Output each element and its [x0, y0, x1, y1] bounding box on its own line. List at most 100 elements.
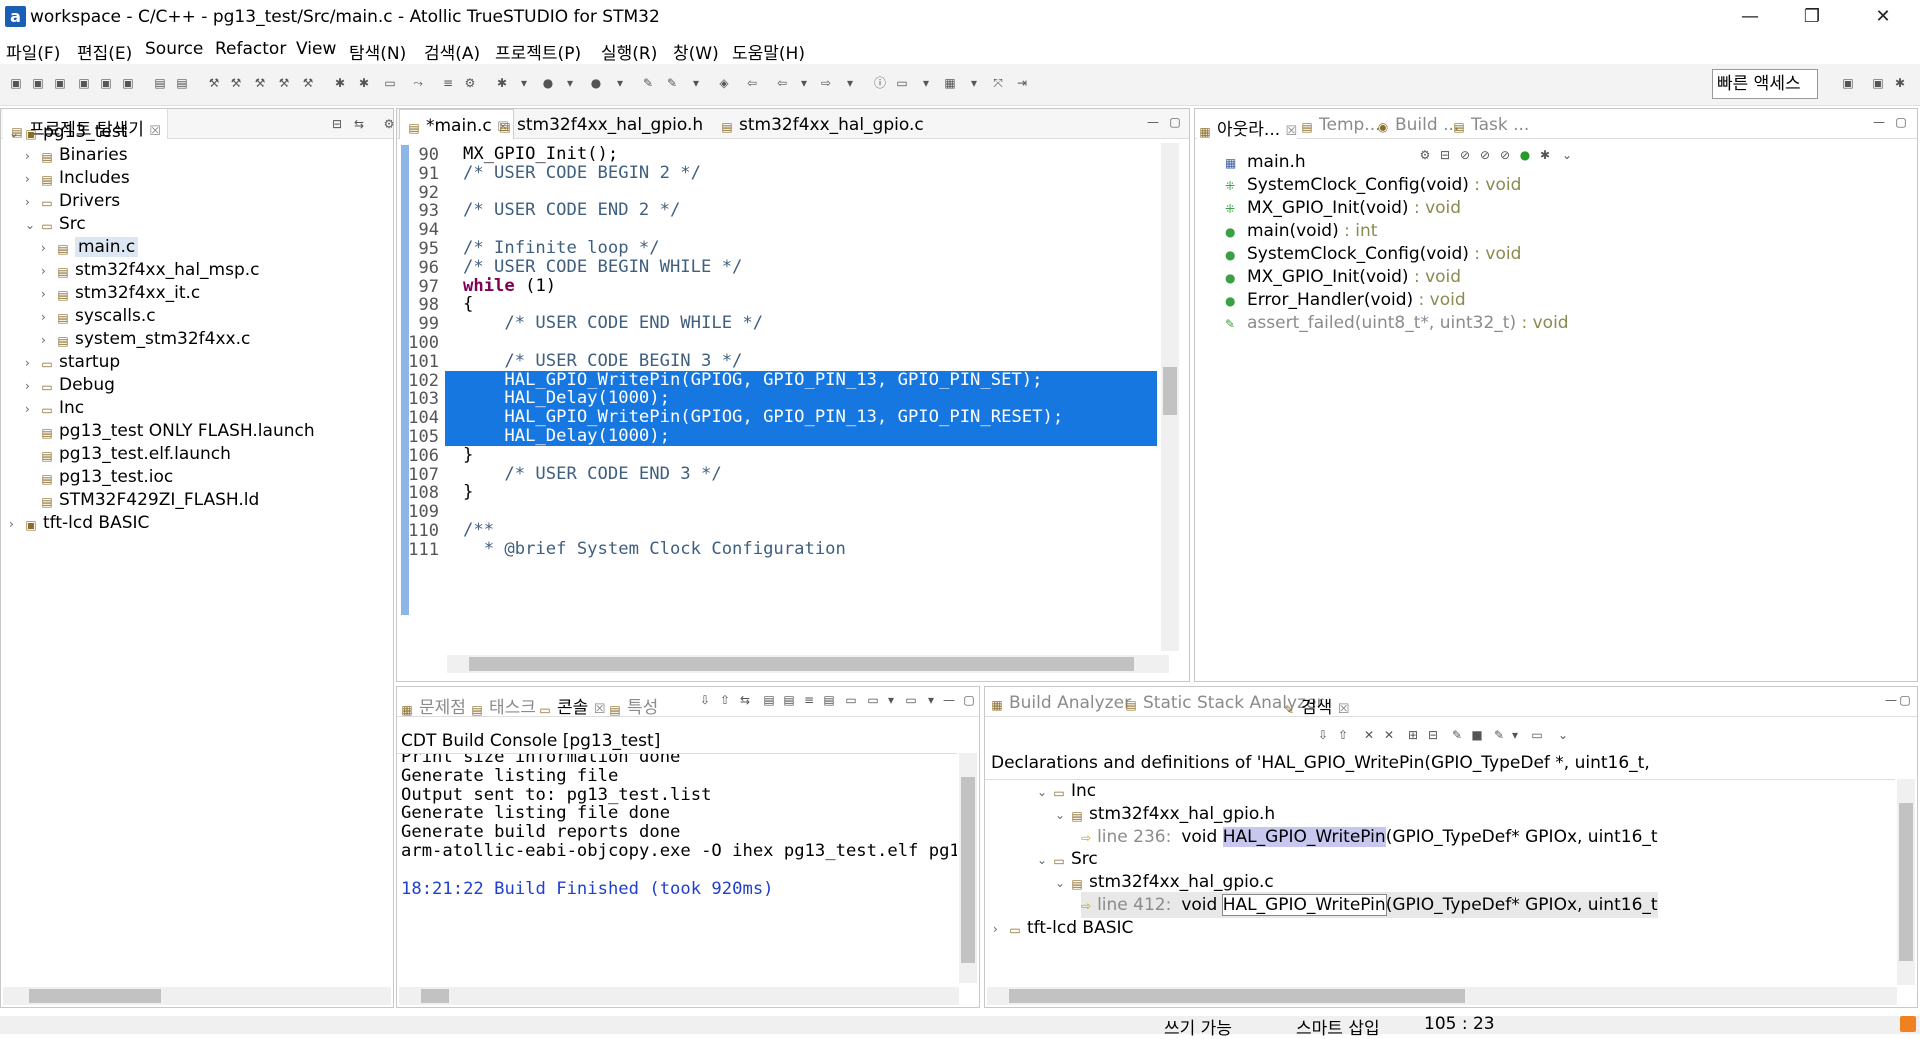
back-arrow-icon[interactable]: ⇦	[774, 75, 790, 91]
window-dropdown-icon[interactable]: ▾	[918, 75, 934, 91]
outline-item[interactable]: ⁜ SystemClock_Config(void) : void	[1225, 174, 1521, 197]
display-icon[interactable]: ▤	[821, 692, 837, 708]
run-dropdown-icon[interactable]: ▾	[562, 75, 578, 91]
editor-vscrollbar[interactable]	[1161, 143, 1179, 651]
new-console-dropdown-icon[interactable]: ▾	[923, 692, 939, 708]
menu-edit[interactable]: 편집(E)	[77, 39, 132, 64]
tab-tasks-console[interactable]: ▤ 태스크	[469, 693, 536, 718]
layout-dropdown-icon[interactable]: ▾	[966, 75, 982, 91]
code-line[interactable]: /* Infinite loop */	[463, 239, 660, 258]
view-menu-icon[interactable]: ⚙	[381, 116, 397, 132]
code-line[interactable]: HAL_Delay(1000);	[445, 389, 1157, 409]
new-source-folder-icon[interactable]: ▣	[120, 75, 136, 91]
tab-tasks[interactable]: ▤ Task ...	[1451, 115, 1529, 135]
new-console-icon[interactable]: ▭	[903, 692, 919, 708]
tab-problems[interactable]: ▦ 문제점	[399, 693, 466, 718]
explorer-hscrollbar[interactable]	[3, 987, 391, 1005]
outline-item[interactable]: ▦ main.h	[1225, 151, 1306, 174]
menu-window[interactable]: 창(W)	[673, 39, 719, 64]
scroll-lock-icon[interactable]: ⇆	[737, 692, 753, 708]
sort-icon[interactable]: ⚙	[1417, 147, 1433, 163]
maximize-button[interactable]: ❐	[1782, 0, 1842, 34]
external-tools-icon[interactable]: ●	[588, 75, 604, 91]
quick-access-input[interactable]: 빠른 액세스	[1712, 69, 1818, 99]
code-line[interactable]: * @brief System Clock Configuration	[463, 539, 846, 559]
code-line[interactable]: /* USER CODE END WHILE */	[463, 314, 763, 333]
new-header-icon[interactable]: ▣	[52, 75, 68, 91]
code-line[interactable]: }	[463, 445, 473, 465]
close-icon[interactable]: ☒	[149, 124, 161, 139]
remove-all-icon[interactable]: ✕	[1381, 727, 1397, 743]
console-output[interactable]: Print size information done Generate list…	[397, 753, 957, 973]
console-view-icon[interactable]: ▭	[865, 692, 881, 708]
view-menu-icon[interactable]: ⌄	[1559, 147, 1575, 163]
console-hscrollbar[interactable]	[399, 987, 959, 1005]
chevron-icon[interactable]: ⌄	[9, 120, 23, 146]
tab-search[interactable]: ✎ 검색 ☒	[1281, 693, 1349, 718]
code-line[interactable]: while (1)	[463, 276, 556, 296]
next-match-icon[interactable]: ⇩	[1315, 727, 1331, 743]
outline-item[interactable]: ● SystemClock_Config(void) : void	[1225, 243, 1521, 266]
clean-icon[interactable]: ⚒	[276, 75, 292, 91]
code-line[interactable]: /* USER CODE END 3 */	[463, 464, 721, 484]
chevron-icon[interactable]: ⌄	[25, 212, 39, 238]
console-vscrollbar[interactable]	[959, 753, 977, 983]
hide-nonpublic-icon[interactable]: ⊘	[1497, 147, 1513, 163]
hide-members-icon[interactable]: ●	[1517, 147, 1533, 163]
build-icon[interactable]: ⚒	[206, 75, 222, 91]
code-line[interactable]: /* USER CODE BEGIN 2 */	[463, 163, 701, 183]
tab-gpio-h[interactable]: ▤ stm32f4xx_hal_gpio.h	[497, 115, 703, 135]
code-area[interactable]: 90 MX_GPIO_Init(); 91 /* USER CODE BEGIN 2 …	[397, 143, 1159, 631]
search-hscrollbar[interactable]	[987, 987, 1897, 1005]
search-result-item[interactable]: ⇨ line 412: void HAL_GPIO_WritePin(GPIO_Ty…	[1081, 892, 1658, 918]
tree-item[interactable]: › ▣ tft-lcd BASIC	[9, 510, 149, 536]
debug-perspective-icon[interactable]: ✱	[1892, 75, 1908, 91]
menu-project[interactable]: 프로젝트(P)	[495, 39, 581, 64]
menu-refactor[interactable]: Refactor	[215, 39, 286, 59]
chevron-icon[interactable]: ⌄	[1055, 802, 1069, 828]
view-menu-icon[interactable]: ⌄	[1555, 727, 1571, 743]
build-target-icon[interactable]: ⚒	[300, 75, 316, 91]
outline-item[interactable]: ● main(void) : int	[1225, 220, 1377, 243]
maximize-icon[interactable]: ▢	[1897, 692, 1913, 708]
open-console-icon[interactable]: ▭	[843, 692, 859, 708]
word-wrap-icon[interactable]: ≡	[801, 692, 817, 708]
code-line[interactable]: MX_GPIO_Init();	[463, 145, 618, 164]
search-result-item[interactable]: › ▭ tft-lcd BASIC	[993, 915, 1133, 941]
debug-config-icon[interactable]: ✱	[332, 75, 348, 91]
save-all-icon[interactable]: ▤	[174, 75, 190, 91]
cpp-perspective-icon[interactable]: ▣	[1870, 75, 1886, 91]
hide-static-icon[interactable]: ⊘	[1477, 147, 1493, 163]
collapse-all-icon[interactable]: ⊟	[329, 116, 345, 132]
code-line[interactable]: /* USER CODE END 2 */	[463, 201, 680, 220]
back-dropdown-icon[interactable]: ▾	[796, 75, 812, 91]
expand-icon[interactable]: ⤧	[990, 75, 1006, 91]
code-line[interactable]: }	[463, 483, 473, 502]
expand-all-icon[interactable]: ⊞	[1405, 727, 1421, 743]
tab-gpio-c[interactable]: ▤ stm32f4xx_hal_gpio.c	[719, 115, 923, 135]
menu-help[interactable]: 도움말(H)	[732, 39, 805, 64]
search-dropdown-icon[interactable]: ▾	[688, 75, 704, 91]
menu-navigate[interactable]: 탐색(N)	[349, 39, 406, 64]
save-icon[interactable]: ▤	[152, 75, 168, 91]
menu-view[interactable]: View	[296, 39, 336, 59]
code-line[interactable]: HAL_GPIO_WritePin(GPIOG, GPIO_PIN_13, GP…	[445, 408, 1157, 428]
cancel-icon[interactable]: ■	[1469, 727, 1485, 743]
maximize-icon[interactable]: ▢	[1167, 114, 1183, 130]
close-button[interactable]: ✕	[1853, 0, 1913, 34]
history-icon[interactable]: ✎	[1491, 727, 1507, 743]
rebuild-icon[interactable]: ⚒	[252, 75, 268, 91]
tab-build[interactable]: ◉ Build ...	[1375, 115, 1460, 135]
close-icon[interactable]: ☒	[1338, 702, 1350, 717]
close-icon[interactable]: ☒	[1286, 124, 1298, 139]
chevron-icon[interactable]: ›	[993, 916, 1007, 942]
rerun-icon[interactable]: ✎	[1449, 727, 1465, 743]
code-line[interactable]: /**	[463, 521, 494, 540]
window-icon[interactable]: ▭	[894, 75, 910, 91]
hide-macros-icon[interactable]: ✱	[1537, 147, 1553, 163]
info-icon[interactable]: ⓘ	[872, 75, 888, 91]
code-line[interactable]: /* USER CODE BEGIN 3 */	[463, 351, 742, 371]
menu-run[interactable]: 실행(R)	[601, 39, 657, 64]
layout-icon[interactable]: ▦	[942, 75, 958, 91]
debug-dropdown-icon[interactable]: ▾	[516, 75, 532, 91]
